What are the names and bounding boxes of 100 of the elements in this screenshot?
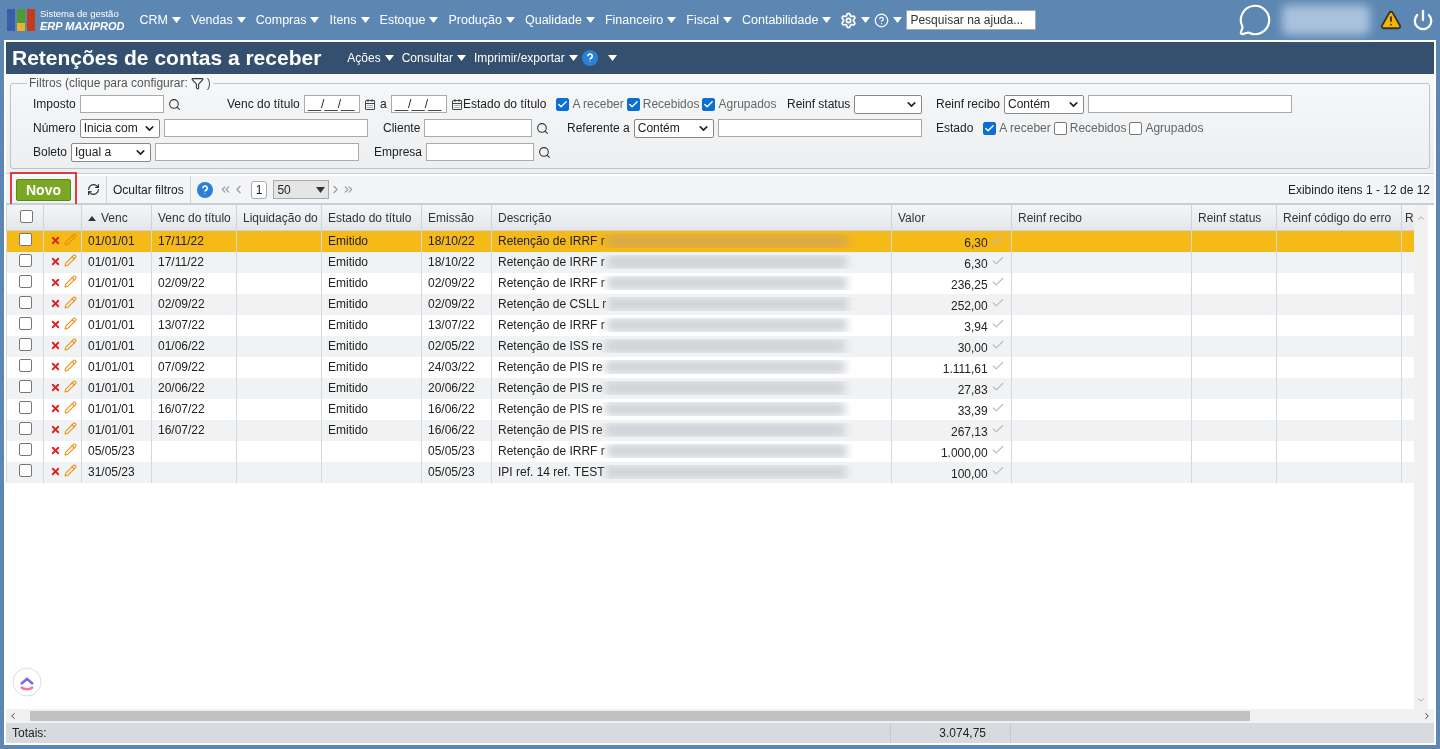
page-size-select[interactable]: 50 [273,180,330,199]
table-row[interactable]: 01/01/01 07/09/22 Emitido 24/03/22 Retenção de PIS re 1.111,61 [6,356,1414,378]
menu-item[interactable]: Itens [324,13,375,27]
delete-icon[interactable] [50,382,61,393]
menu-item[interactable]: Fiscal [681,13,737,27]
column-header[interactable]: Reinf código do erro [1276,205,1402,231]
edit-icon[interactable] [64,317,78,330]
edit-icon[interactable] [64,443,78,456]
edit-icon[interactable] [64,359,78,372]
checkbox[interactable] [18,317,32,330]
checkbox[interactable] [18,443,32,456]
table-row[interactable]: 31/05/23 05/05/23 IPI ref. 14 ref. TEST 100,00 [6,461,1414,483]
delete-icon[interactable] [50,319,61,330]
table-row[interactable]: 01/01/01 02/09/22 Emitido 02/09/22 Retenção de IRRF r 236,25 [6,272,1414,294]
menu-item[interactable]: Vendas [186,13,251,27]
checkbox[interactable] [626,97,640,111]
column-header[interactable]: Valor [891,205,1012,231]
column-header[interactable]: Reinf status [1191,205,1277,231]
column-header[interactable]: Liquidação do [236,205,322,231]
page-number[interactable]: 1 [250,180,268,199]
chat-icon[interactable] [1238,3,1272,37]
checkbox[interactable] [18,275,32,288]
table-row[interactable]: 01/01/01 20/06/22 Emitido 20/06/22 Retenção de PIS re 27,83 [6,377,1414,399]
search-icon[interactable] [536,121,550,135]
table-row[interactable]: 01/01/01 16/07/22 Emitido 16/06/22 Retenção de PIS re 33,39 [6,398,1414,420]
widget-icon[interactable] [12,667,42,697]
date-field[interactable]: __/__/__ [303,95,360,113]
delete-icon[interactable] [50,403,61,414]
input-field[interactable] [1088,95,1293,113]
help-icon[interactable] [874,12,890,28]
input-field[interactable] [79,95,164,113]
checkbox[interactable] [18,338,32,351]
table-row[interactable]: 01/01/01 01/06/22 Emitido 02/05/22 Retenção de ISS re 30,00 [6,335,1414,357]
checkbox[interactable] [18,254,32,267]
menu-item[interactable]: Financeiro [599,13,682,27]
search-icon[interactable] [167,97,181,111]
help-icon[interactable] [581,50,598,66]
edit-icon[interactable] [64,275,78,288]
delete-icon[interactable] [50,256,61,267]
scroll-left-icon[interactable] [8,711,18,721]
checkbox[interactable] [702,97,716,111]
delete-icon[interactable] [50,298,61,309]
checkbox[interactable] [18,422,32,435]
checkbox[interactable] [18,233,32,247]
operator-select[interactable]: Igual a [71,142,152,162]
checkbox[interactable] [18,464,32,477]
menu-item[interactable]: Compras [250,13,325,27]
menu-item[interactable]: CRM [134,13,186,27]
input-field[interactable] [424,119,533,137]
table-row[interactable]: 01/01/01 17/11/22 Emitido 18/10/22 Retenção de IRRF r 6,30 [6,251,1414,273]
checkbox[interactable] [1053,121,1067,135]
column-header[interactable]: Emissão [421,205,492,231]
menu-item[interactable]: Qualidade [519,13,600,27]
filter-icon[interactable] [190,76,204,90]
toggle-filters-button[interactable]: Ocultar filtros [107,176,191,203]
operator-select[interactable]: Contém [633,118,714,138]
horizontal-scrollbar[interactable] [6,709,1434,723]
calendar-icon[interactable] [450,97,463,111]
table-row[interactable]: 01/01/01 17/11/22 Emitido 18/10/22 Retenção de IRRF r 6,30 [6,230,1414,252]
column-header[interactable]: Reinf recibo [1011,205,1192,231]
scroll-right-icon[interactable] [1422,711,1432,721]
table-row[interactable]: 05/05/23 05/05/23 Retenção de IRRF r 1.000,00 [6,440,1414,462]
warning-icon[interactable] [1380,9,1402,31]
delete-icon[interactable] [50,424,61,435]
calendar-icon[interactable] [363,97,377,111]
status-select[interactable] [854,94,923,114]
menu-item[interactable]: Estoque [374,13,444,27]
input-field[interactable] [163,119,368,137]
operator-select[interactable]: Contém [1004,94,1085,114]
action-menu[interactable]: Imprimir/exportar [470,51,582,65]
action-menu[interactable]: Ações [343,51,398,65]
checkbox[interactable] [1129,121,1143,135]
edit-icon[interactable] [64,401,78,414]
date-field[interactable]: __/__/__ [390,95,447,113]
input-field[interactable] [717,119,922,137]
checkbox[interactable] [18,296,32,309]
checkbox[interactable] [18,401,32,414]
checkbox[interactable] [556,97,570,111]
input-field[interactable] [155,143,360,161]
operator-select[interactable]: Inicia com [79,118,160,138]
menu-item[interactable]: Produção [443,13,520,27]
table-row[interactable]: 01/01/01 02/09/22 Emitido 02/09/22 Retenção de CSLL r 252,00 [6,293,1414,315]
column-header[interactable]: Descrição [491,205,892,231]
action-menu[interactable]: Consultar [397,51,471,65]
search-icon[interactable] [538,145,552,159]
column-header[interactable]: Estado do título [321,205,422,231]
delete-icon[interactable] [50,361,61,372]
delete-icon[interactable] [50,277,61,288]
power-icon[interactable] [1412,9,1434,31]
checkbox[interactable] [20,209,33,223]
settings-icon[interactable] [840,11,858,29]
table-row[interactable]: 01/01/01 16/07/22 Emitido 16/06/22 Retenção de PIS re 267,13 [6,419,1414,441]
delete-icon[interactable] [50,340,61,351]
delete-icon[interactable] [50,235,61,247]
checkbox[interactable] [18,359,32,372]
checkbox[interactable] [18,380,32,393]
menu-item[interactable]: Contabilidade [737,13,837,27]
help-search-field[interactable]: Pesquisar na ajuda... [906,10,1037,30]
delete-icon[interactable] [50,445,61,456]
column-header[interactable]: Venc do título [151,205,237,231]
